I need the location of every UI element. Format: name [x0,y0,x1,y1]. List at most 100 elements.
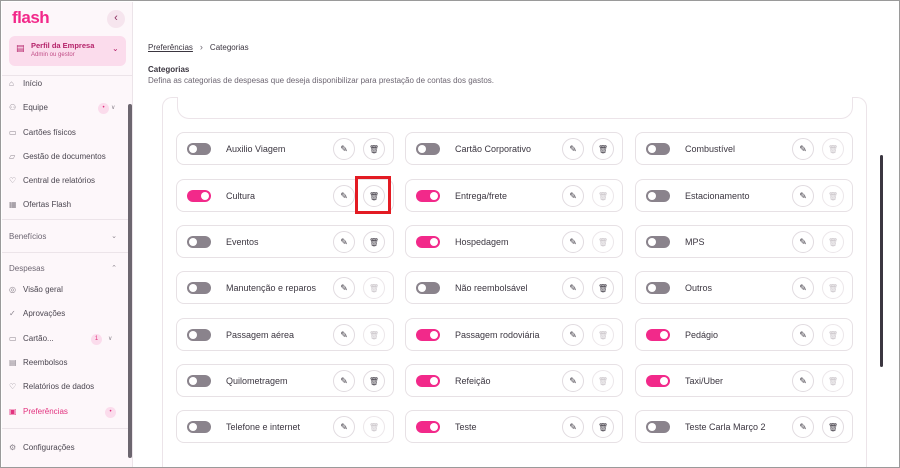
sidebar-item-label: Gestão de documentos [23,152,106,161]
category-toggle[interactable] [646,282,670,294]
delete-category-button[interactable]: 🗑 [363,138,385,160]
delete-category-button[interactable]: 🗑 [822,416,844,438]
flash-logo[interactable]: flash [12,8,50,28]
sidebar-item-label: Equipe [23,103,48,112]
category-label: Estacionamento [685,191,750,201]
edit-category-button[interactable]: ✎ [792,231,814,253]
edit-category-button[interactable]: ✎ [333,231,355,253]
delete-category-button[interactable]: 🗑 [822,324,844,346]
sidebar-item-cartoes-fisicos[interactable]: ▭ Cartões físicos [9,125,124,141]
category-toggle[interactable] [416,143,440,155]
delete-category-button[interactable]: 🗑 [592,185,614,207]
check-icon: ✓ [9,309,16,318]
category-card: Refeição ✎ 🗑 [405,364,623,397]
pencil-icon: ✎ [799,144,807,154]
edit-category-button[interactable]: ✎ [333,277,355,299]
sidebar-item-reembolsos[interactable]: ▤ Reembolsos [9,355,124,371]
delete-category-button[interactable]: 🗑 [592,416,614,438]
edit-category-button[interactable]: ✎ [792,324,814,346]
profile-switcher[interactable]: ▤ Perfil da Empresa Admin ou gestor ⌄ [9,36,126,66]
category-toggle[interactable] [187,190,211,202]
sidebar-section-beneficios[interactable]: Benefícios ⌄ [9,229,124,245]
sidebar-item-preferencias[interactable]: ▣ Preferências • [9,404,124,420]
edit-category-button[interactable]: ✎ [333,138,355,160]
delete-category-button[interactable]: 🗑 [822,370,844,392]
category-toggle[interactable] [646,143,670,155]
sidebar-item-label: Cartões físicos [23,128,76,137]
delete-category-button[interactable]: 🗑 [592,277,614,299]
category-toggle[interactable] [187,421,211,433]
delete-category-button[interactable]: 🗑 [363,277,385,299]
category-toggle[interactable] [416,236,440,248]
edit-category-button[interactable]: ✎ [333,324,355,346]
edit-category-button[interactable]: ✎ [562,416,584,438]
category-toggle[interactable] [646,375,670,387]
category-card: Quilometragem ✎ 🗑 [176,364,394,397]
edit-category-button[interactable]: ✎ [562,231,584,253]
category-toggle[interactable] [416,421,440,433]
delete-category-button[interactable]: 🗑 [363,231,385,253]
collapse-sidebar-button[interactable]: ‹ [107,10,125,28]
edit-category-button[interactable]: ✎ [562,324,584,346]
notification-badge: • [105,407,116,418]
edit-category-button[interactable]: ✎ [562,277,584,299]
category-toggle[interactable] [416,375,440,387]
category-toggle[interactable] [646,236,670,248]
sidebar-section-despesas[interactable]: Despesas ⌃ [9,261,124,277]
delete-category-button[interactable]: 🗑 [592,231,614,253]
edit-category-button[interactable]: ✎ [792,277,814,299]
edit-category-button[interactable]: ✎ [562,138,584,160]
category-card: Estacionamento ✎ 🗑 [635,179,853,212]
edit-category-button[interactable]: ✎ [792,370,814,392]
pencil-icon: ✎ [569,283,577,293]
sidebar-item-central-relatorios[interactable]: ♡ Central de relatórios [9,173,124,189]
category-toggle[interactable] [416,329,440,341]
edit-category-button[interactable]: ✎ [562,185,584,207]
sidebar-item-gestao-documentos[interactable]: ▱ Gestão de documentos [9,149,124,165]
pencil-icon: ✎ [340,422,348,432]
category-label: Hospedagem [455,237,509,247]
sidebar-item-visao-geral[interactable]: ◎ Visão geral [9,282,124,298]
delete-category-button[interactable]: 🗑 [363,370,385,392]
category-toggle[interactable] [646,329,670,341]
category-label: Cartão Corporativo [455,144,532,154]
delete-category-button[interactable]: 🗑 [822,231,844,253]
edit-category-button[interactable]: ✎ [792,138,814,160]
sidebar-item-ofertas-flash[interactable]: ▦ Ofertas Flash [9,197,124,213]
edit-category-button[interactable]: ✎ [333,416,355,438]
sidebar-item-cartao[interactable]: ▭ Cartão... 1 ∨ [9,331,124,347]
page-description: Defina as categorias de despesas que des… [148,76,494,85]
category-toggle[interactable] [187,329,211,341]
category-label: Passagem rodoviária [455,330,540,340]
delete-category-button[interactable]: 🗑 [822,185,844,207]
edit-category-button[interactable]: ✎ [792,416,814,438]
card-icon: ▭ [9,334,17,343]
category-toggle[interactable] [187,282,211,294]
edit-category-button[interactable]: ✎ [562,370,584,392]
edit-category-button[interactable]: ✎ [333,185,355,207]
category-toggle[interactable] [646,421,670,433]
sidebar-item-configuracoes[interactable]: ⚙ Configurações [9,440,124,456]
delete-category-button[interactable]: 🗑 [363,416,385,438]
category-toggle[interactable] [416,190,440,202]
category-toggle[interactable] [646,190,670,202]
sidebar-scrollbar[interactable] [128,104,132,458]
category-toggle[interactable] [187,143,211,155]
delete-category-button[interactable]: 🗑 [592,370,614,392]
delete-category-button[interactable]: 🗑 [822,277,844,299]
sidebar-item-inicio[interactable]: ⌂ Início [9,76,124,92]
sidebar-item-equipe[interactable]: ⚇ Equipe • ∨ [9,100,124,116]
edit-category-button[interactable]: ✎ [792,185,814,207]
delete-category-button[interactable]: 🗑 [822,138,844,160]
main-scrollbar[interactable] [880,155,883,367]
delete-category-button[interactable]: 🗑 [363,324,385,346]
delete-category-button[interactable]: 🗑 [592,138,614,160]
category-toggle[interactable] [187,236,211,248]
category-toggle[interactable] [187,375,211,387]
breadcrumb-link-preferencias[interactable]: Preferências [148,43,193,52]
sidebar-item-aprovacoes[interactable]: ✓ Aprovações [9,306,124,322]
category-toggle[interactable] [416,282,440,294]
edit-category-button[interactable]: ✎ [333,370,355,392]
sidebar-item-relatorios-dados[interactable]: ♡ Relatórios de dados [9,379,124,395]
delete-category-button[interactable]: 🗑 [592,324,614,346]
